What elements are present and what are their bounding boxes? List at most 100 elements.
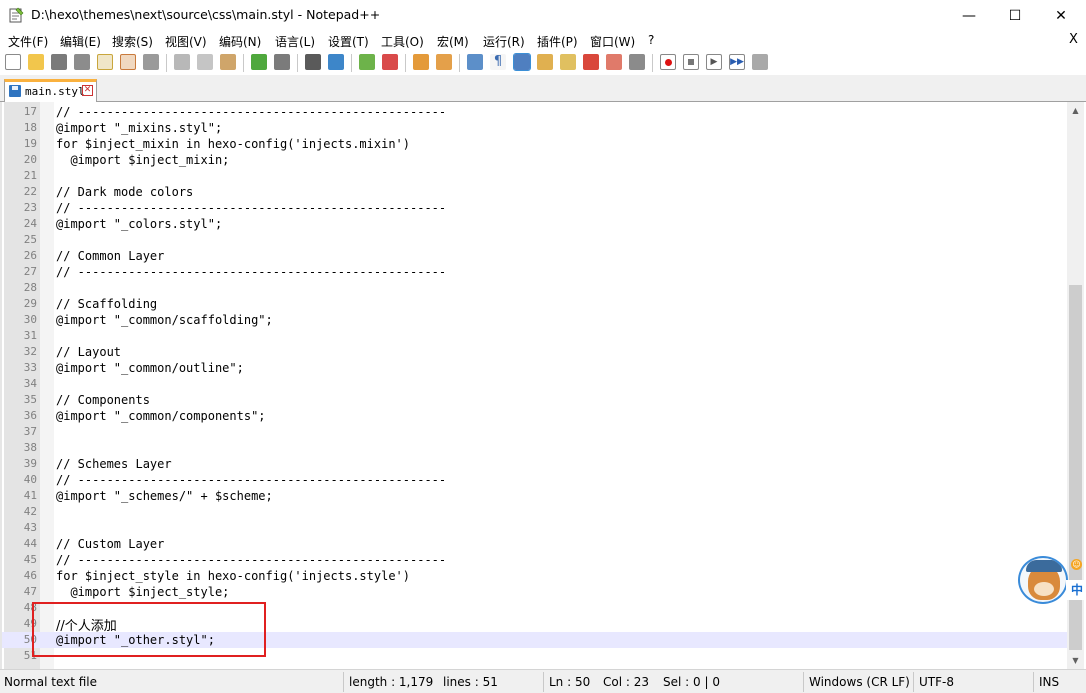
save-macro-icon[interactable] [752, 54, 768, 70]
menu-view[interactable]: 视图(V) [165, 33, 207, 50]
code-line[interactable]: 26 // Common Layer [2, 248, 1068, 264]
menu-window[interactable]: 窗口(W) [590, 33, 635, 50]
run-macro-multiple-icon[interactable]: ▶▶ [729, 54, 745, 70]
show-all-characters-icon[interactable]: ¶ [490, 54, 506, 70]
word-wrap-icon[interactable] [467, 54, 483, 70]
scroll-up-arrow-icon[interactable]: ▲ [1067, 102, 1084, 119]
cut-icon[interactable] [174, 54, 190, 70]
paste-icon[interactable] [220, 54, 236, 70]
new-file-icon[interactable] [5, 54, 21, 70]
redo-icon[interactable] [274, 54, 290, 70]
maximize-button[interactable]: ☐ [992, 0, 1038, 31]
folder-as-workspace-icon[interactable] [606, 54, 622, 70]
record-macro-icon[interactable] [660, 54, 676, 70]
code-line[interactable]: 47 @import $inject_style; [2, 584, 1068, 600]
line-number: 39 [23, 457, 37, 470]
code-line[interactable]: 46 for $inject_style in hexo-config('inje… [2, 568, 1068, 584]
zoom-out-icon[interactable] [382, 54, 398, 70]
menu-edit[interactable]: 编辑(E) [60, 33, 101, 50]
close-window-button[interactable]: ✕ [1038, 0, 1084, 31]
code-line[interactable]: 18 @import "_mixins.styl"; [2, 120, 1068, 136]
code-line[interactable]: 24 @import "_colors.styl"; [2, 216, 1068, 232]
menu-tools[interactable]: 工具(O) [381, 33, 424, 50]
code-line[interactable]: 19 for $inject_mixin in hexo-config('inje… [2, 136, 1068, 152]
code-line[interactable]: 48 [2, 600, 1068, 616]
menu-settings[interactable]: 设置(T) [328, 33, 369, 50]
find-icon[interactable] [305, 54, 321, 70]
code-line[interactable]: 43 [2, 520, 1068, 536]
code-line[interactable]: 23 // -----------------------------------… [2, 200, 1068, 216]
menu-language[interactable]: 语言(L) [275, 33, 315, 50]
zoom-in-icon[interactable] [359, 54, 375, 70]
menu-run[interactable]: 运行(R) [483, 33, 525, 50]
code-line[interactable]: 31 [2, 328, 1068, 344]
monitoring-icon[interactable] [629, 54, 645, 70]
save-icon[interactable] [51, 54, 67, 70]
code-line[interactable]: 45 // -----------------------------------… [2, 552, 1068, 568]
code-line[interactable]: 50 @import "_other.styl"; [2, 632, 1068, 648]
save-all-icon[interactable] [74, 54, 90, 70]
status-separator [913, 672, 914, 692]
minimize-button[interactable]: — [946, 0, 992, 31]
code-line[interactable]: 42 [2, 504, 1068, 520]
menu-encoding[interactable]: 编码(N) [219, 33, 261, 50]
close-tab-button[interactable]: ✕ [82, 85, 93, 96]
code-line[interactable]: 49//个人添加 [2, 616, 1068, 634]
stop-recording-icon[interactable] [683, 54, 699, 70]
editor-pane[interactable]: 17 // -----------------------------------… [0, 102, 1086, 669]
menu-file[interactable]: 文件(F) [8, 33, 48, 50]
code-line[interactable]: 30 @import "_common/scaffolding"; [2, 312, 1068, 328]
indent-guide-icon[interactable] [513, 53, 531, 71]
close-icon[interactable] [97, 54, 113, 70]
code-line[interactable]: 37 [2, 424, 1068, 440]
code-line[interactable]: 35 // Components [2, 392, 1068, 408]
code-text: @import "_common/scaffolding"; [56, 313, 273, 327]
line-number: 26 [23, 249, 37, 262]
code-line[interactable]: 27 // -----------------------------------… [2, 264, 1068, 280]
ime-chinese-badge[interactable]: 中 [1066, 580, 1086, 600]
menu-plugins[interactable]: 插件(P) [537, 33, 578, 50]
code-line[interactable]: 21 [2, 168, 1068, 184]
menu-search[interactable]: 搜索(S) [112, 33, 153, 50]
close-all-icon[interactable] [120, 54, 136, 70]
tab-main-styl[interactable]: main.styl ✕ [4, 79, 97, 102]
close-document-button[interactable]: X [1069, 32, 1078, 47]
code-line[interactable]: 51 [2, 648, 1068, 664]
code-line[interactable]: 25 [2, 232, 1068, 248]
menu-macro[interactable]: 宏(M) [437, 33, 469, 50]
copy-icon[interactable] [197, 54, 213, 70]
line-number: 33 [23, 361, 37, 374]
function-list-icon[interactable] [583, 54, 599, 70]
code-line[interactable]: 41 @import "_schemes/" + $scheme; [2, 488, 1068, 504]
document-map-icon[interactable] [560, 54, 576, 70]
code-line[interactable]: 29 // Scaffolding [2, 296, 1068, 312]
scroll-down-arrow-icon[interactable]: ▼ [1067, 652, 1084, 669]
code-line[interactable]: 38 [2, 440, 1068, 456]
menu-help[interactable]: ? [648, 33, 654, 47]
toolbar-separator [459, 54, 460, 72]
code-line[interactable]: 44 // Custom Layer [2, 536, 1068, 552]
replace-icon[interactable] [328, 54, 344, 70]
status-encoding[interactable]: UTF-8 [919, 675, 954, 689]
code-line[interactable]: 40 // -----------------------------------… [2, 472, 1068, 488]
sync-horizontal-icon[interactable] [436, 54, 452, 70]
code-line[interactable]: 22 // Dark mode colors [2, 184, 1068, 200]
code-line[interactable]: 39 // Schemes Layer [2, 456, 1068, 472]
user-language-icon[interactable] [537, 54, 553, 70]
code-line[interactable]: 20 @import $inject_mixin; [2, 152, 1068, 168]
status-eol[interactable]: Windows (CR LF) [809, 675, 910, 689]
code-line[interactable]: 17 // -----------------------------------… [2, 104, 1068, 120]
status-insert-mode[interactable]: INS [1039, 675, 1059, 689]
line-number: 29 [23, 297, 37, 310]
code-line[interactable]: 34 [2, 376, 1068, 392]
code-line[interactable]: 28 [2, 280, 1068, 296]
input-method-assistant[interactable]: ☺ 中 [1018, 556, 1086, 606]
code-line[interactable]: 36 @import "_common/components"; [2, 408, 1068, 424]
code-line[interactable]: 32 // Layout [2, 344, 1068, 360]
undo-icon[interactable] [251, 54, 267, 70]
playback-macro-icon[interactable]: ▶ [706, 54, 722, 70]
open-file-icon[interactable] [28, 54, 44, 70]
print-icon[interactable] [143, 54, 159, 70]
sync-vertical-icon[interactable] [413, 54, 429, 70]
code-line[interactable]: 33 @import "_common/outline"; [2, 360, 1068, 376]
